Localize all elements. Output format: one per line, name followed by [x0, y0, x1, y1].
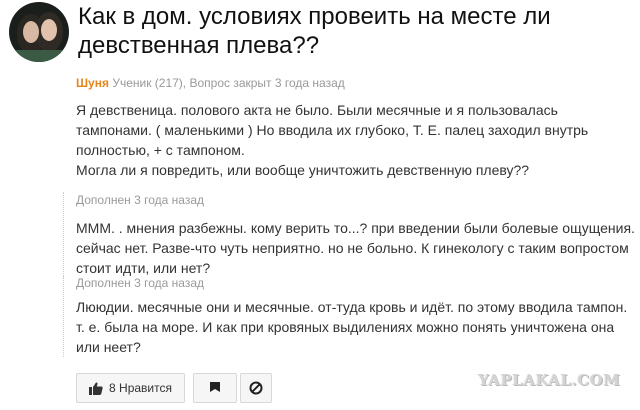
addition-header: Дополнен 3 года назад [76, 193, 204, 207]
question-line: Я девственица. полового акта не было. Бы… [76, 102, 558, 118]
like-label: Нравится [119, 381, 172, 395]
avatar[interactable] [9, 2, 69, 62]
question-line: тампонами. ( маленькими ) Но вводила их … [76, 122, 589, 138]
question-line: полностью, + с тампоном. [76, 142, 245, 158]
addition-2: Дополнен 3 года назад Лююдии. месячные о… [63, 275, 640, 357]
like-button[interactable]: 8 Нравится [76, 373, 185, 403]
question-line: Могла ли я повредить, или вообще уничтож… [76, 162, 530, 178]
question-title: Как в дом. условиях провеить на месте ли… [78, 3, 551, 59]
block-button[interactable] [240, 373, 272, 403]
addition-line: сейчас нет. Разве-что чуть неприятно. но… [76, 240, 629, 256]
addition-text: МММ. . мнения разбежны. кому верить то..… [76, 218, 640, 278]
thumbs-up-icon [89, 381, 103, 395]
question-meta: Шуня Ученик (217), Вопрос закрыт 3 года … [76, 76, 345, 90]
like-count: 8 [109, 381, 116, 395]
question-body: Я девственица. полового акта не было. Бы… [76, 100, 632, 180]
addition-1: Дополнен 3 года назад МММ. . мнения разб… [63, 192, 640, 278]
report-button[interactable] [193, 373, 237, 403]
addition-line: МММ. . мнения разбежны. кому верить то..… [76, 220, 635, 236]
block-icon [249, 381, 263, 395]
author-meta: Ученик (217), Вопрос закрыт 3 года назад [112, 76, 345, 90]
like-count-label: 8 Нравится [109, 381, 172, 395]
addition-line: т. е. была на море. И как при кровяных в… [76, 319, 615, 335]
addition-line: Лююдии. месячные они и месячные. от-туда… [76, 299, 628, 315]
addition-text: Лююдии. месячные они и месячные. от-туда… [76, 297, 640, 357]
addition-header: Дополнен 3 года назад [76, 276, 204, 290]
addition-line: или неет? [76, 339, 141, 355]
watermark: YAPLAKAL.COM [478, 371, 621, 389]
flag-icon [210, 382, 220, 392]
avatar-photo [9, 2, 69, 62]
author-name[interactable]: Шуня [76, 76, 109, 90]
